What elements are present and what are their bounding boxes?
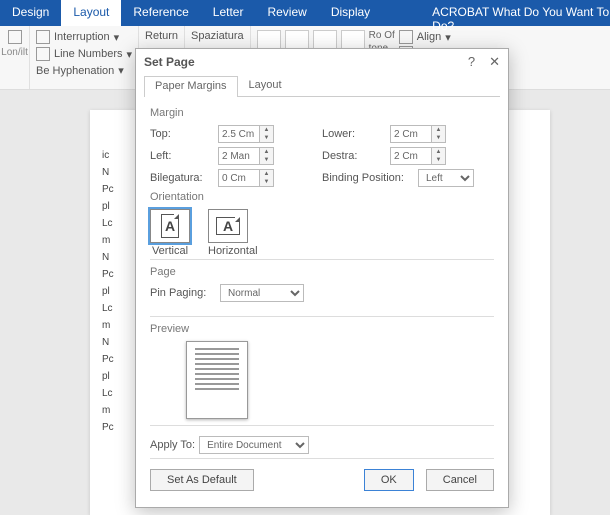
right-label: Destra: (322, 150, 386, 162)
align-icon (399, 30, 413, 44)
main-tab-bar: Design Layout Reference Letter Review Di… (0, 0, 610, 26)
chevron-down-icon: ▾ (114, 31, 120, 44)
line-numbers-icon (36, 47, 50, 61)
spin-up-icon[interactable]: ▲ (260, 148, 273, 156)
spin-up-icon[interactable]: ▲ (432, 126, 445, 134)
right-spinner[interactable]: ▲▼ (390, 147, 446, 165)
help-button[interactable]: ? (468, 54, 475, 70)
top-input[interactable] (218, 125, 260, 143)
gutter-spinner[interactable]: ▲▼ (218, 169, 274, 187)
orientation-vertical[interactable]: A (150, 209, 190, 243)
tab-design[interactable]: Design (0, 0, 61, 26)
tab-paper-margins[interactable]: Paper Margins (144, 76, 238, 97)
spin-up-icon[interactable]: ▲ (432, 148, 445, 156)
chevron-down-icon: ▾ (445, 31, 451, 44)
close-button[interactable]: ✕ (489, 54, 500, 70)
gutter-input[interactable] (218, 169, 260, 187)
ro-of-label: Ro Of (369, 30, 395, 41)
top-label: Top: (150, 128, 214, 140)
dialog-title: Set Page (144, 55, 195, 69)
apply-to-select[interactable]: Entire Document (199, 436, 309, 454)
spin-down-icon[interactable]: ▼ (260, 178, 273, 186)
left-input[interactable] (218, 147, 260, 165)
ok-button[interactable]: OK (364, 469, 414, 491)
landscape-icon: A (216, 217, 240, 235)
dialog-titlebar: Set Page ? ✕ (136, 49, 508, 75)
hyphenation-button[interactable]: Be Hyphenation ▾ (36, 64, 132, 77)
interruption-button[interactable]: Interruption ▾ (36, 30, 132, 44)
tab-review[interactable]: Review (255, 0, 318, 26)
spacing-label: Spaziatura (191, 30, 244, 42)
text-direction-label: Lon/ilt (0, 47, 32, 58)
spin-down-icon[interactable]: ▼ (260, 134, 273, 142)
spin-up-icon[interactable]: ▲ (260, 170, 273, 178)
horizontal-label: Horizontal (208, 245, 258, 257)
chevron-down-icon: ▾ (118, 64, 124, 77)
cancel-button[interactable]: Cancel (426, 469, 494, 491)
tab-layout-dialog[interactable]: Layout (238, 75, 293, 96)
dialog-tabs: Paper Margins Layout (144, 75, 500, 97)
return-label: Return (145, 30, 178, 42)
line-numbers-button[interactable]: Line Numbers ▾ (36, 47, 132, 61)
orientation-horizontal[interactable]: A (208, 209, 248, 243)
right-input[interactable] (390, 147, 432, 165)
binding-label: Binding Position: (322, 172, 414, 184)
lower-spinner[interactable]: ▲▼ (390, 125, 446, 143)
tab-reference[interactable]: Reference (121, 0, 200, 26)
margin-section-label: Margin (150, 107, 494, 119)
left-spinner[interactable]: ▲▼ (218, 147, 274, 165)
gutter-label: Bilegatura: (150, 172, 214, 184)
preview-section-label: Preview (150, 323, 494, 335)
spin-down-icon[interactable]: ▼ (260, 156, 273, 164)
spin-down-icon[interactable]: ▼ (432, 156, 445, 164)
set-as-default-button[interactable]: Set As Default (150, 469, 254, 491)
lower-label: Lower: (322, 128, 386, 140)
tab-letter[interactable]: Letter (201, 0, 256, 26)
spin-up-icon[interactable]: ▲ (260, 126, 273, 134)
portrait-icon: A (161, 214, 179, 238)
acrobat-search[interactable]: ACROBAT What Do You Want To Do? (432, 0, 610, 26)
pin-paging-select[interactable]: Normal (220, 284, 304, 302)
spin-down-icon[interactable]: ▼ (432, 134, 445, 142)
chevron-down-icon: ▾ (126, 48, 132, 61)
preview-thumbnail (186, 341, 248, 419)
break-icon (36, 30, 50, 44)
align-button[interactable]: Align ▾ (399, 30, 503, 44)
binding-select[interactable]: Left (418, 169, 474, 187)
orientation-section-label: Orientation (150, 191, 494, 203)
page-setup-dialog: Set Page ? ✕ Paper Margins Layout Margin… (135, 48, 509, 508)
pin-paging-label: Pin Paging: (150, 287, 220, 299)
tab-display[interactable]: Display (319, 0, 382, 26)
top-spinner[interactable]: ▲▼ (218, 125, 274, 143)
text-direction-icon[interactable] (8, 30, 22, 44)
apply-to-label: Apply To: (150, 439, 195, 451)
vertical-label: Vertical (150, 245, 190, 257)
lower-input[interactable] (390, 125, 432, 143)
left-label: Left: (150, 150, 214, 162)
tab-layout[interactable]: Layout (61, 0, 121, 26)
page-section-label: Page (150, 266, 494, 278)
